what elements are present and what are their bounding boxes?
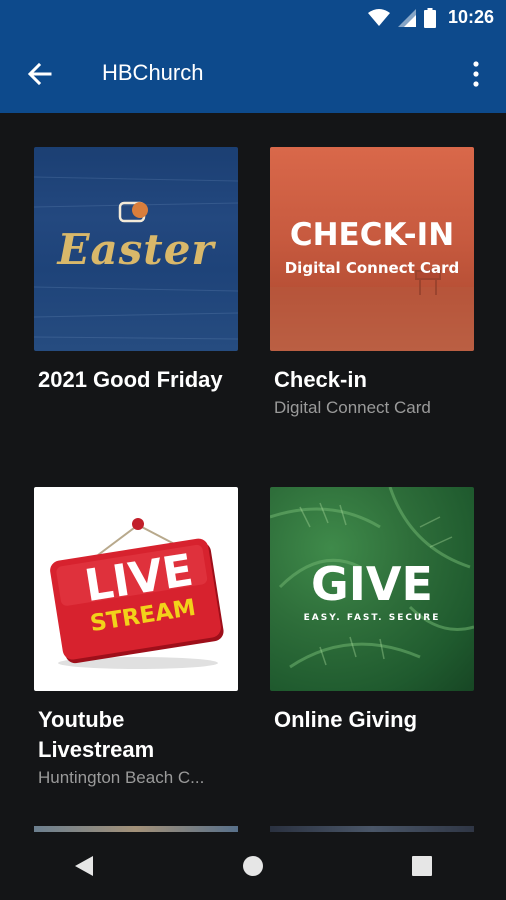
nav-back-button[interactable] [60, 842, 108, 890]
card-title: 2021 Good Friday [38, 367, 223, 392]
nav-home-button[interactable] [229, 842, 277, 890]
check-in-logo-text: CHECK-IN [289, 217, 455, 253]
status-bar: 10:26 [0, 0, 506, 36]
app-title: HBChurch [102, 60, 204, 85]
content-grid: Easter 2021 Good Friday CHECK-IN Digital… [0, 113, 506, 832]
give-logo-text: GIVE [311, 557, 433, 611]
card-thumbnail: LIVE STREAM [34, 487, 238, 691]
battery-icon [423, 7, 436, 28]
give-logo-subtext: EASY. FAST. SECURE [303, 613, 441, 623]
wifi-icon [367, 8, 390, 26]
check-in-logo-subtext: Digital Connect Card [284, 259, 460, 277]
easter-logo-text: Easter [57, 225, 215, 274]
overflow-menu-button[interactable] [468, 58, 484, 90]
system-nav-bar [0, 832, 506, 900]
square-recents-icon [411, 856, 432, 876]
card-title: Youtube Livestream [38, 707, 155, 762]
card-thumbnail: GIVE EASY. FAST. SECURE [270, 487, 474, 691]
nav-recents-button[interactable] [398, 842, 446, 890]
card-thumbnail: Easter [34, 147, 238, 351]
clock: 10:26 [447, 7, 494, 27]
card-online-giving[interactable]: GIVE EASY. FAST. SECURE Online Giving [270, 487, 474, 735]
card-youtube-livestream[interactable]: LIVE STREAM Youtube Livestream Huntingto… [34, 487, 238, 791]
signal-icon [397, 8, 416, 27]
more-vert-icon [473, 61, 479, 87]
card-title: Online Giving [274, 707, 418, 732]
card-check-in[interactable]: CHECK-IN Digital Connect Card Check-in D… [270, 147, 474, 421]
app-bar: HBChurch [0, 36, 506, 113]
back-button[interactable] [24, 58, 56, 90]
triangle-back-icon [75, 856, 94, 876]
circle-home-icon [242, 856, 263, 876]
card-good-friday[interactable]: Easter 2021 Good Friday [34, 147, 238, 395]
arrow-left-icon [27, 62, 52, 86]
card-subtitle: Huntington Beach C... [38, 768, 205, 787]
status-icons: 10:26 [367, 7, 494, 28]
card-thumbnail: CHECK-IN Digital Connect Card [270, 147, 474, 351]
card-subtitle: Digital Connect Card [274, 398, 431, 417]
card-title: Check-in [274, 367, 367, 392]
